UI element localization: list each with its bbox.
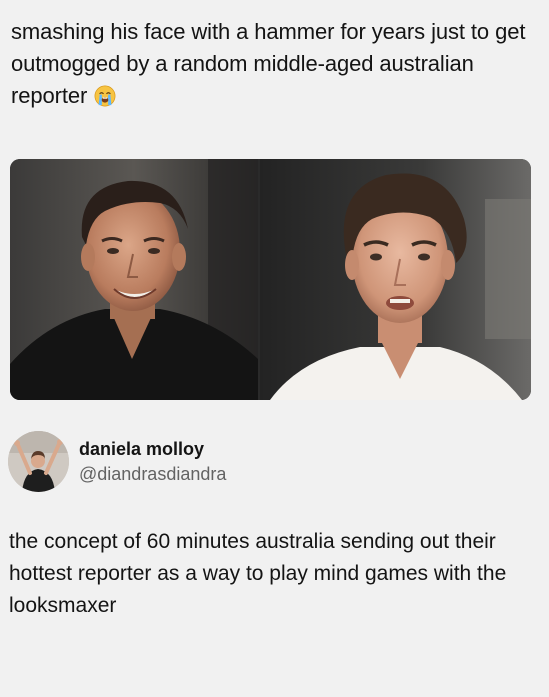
photo-young-man-icon xyxy=(260,159,531,400)
user-avatar-icon[interactable] xyxy=(8,431,69,492)
tweet-text: the concept of 60 minutes australia send… xyxy=(9,530,507,617)
meme-post: smashing his face with a hammer for year… xyxy=(0,0,549,697)
photo-collage xyxy=(10,159,531,400)
user-handle[interactable]: @diandrasdiandra xyxy=(79,464,226,485)
user-display-name[interactable]: daniela molloy xyxy=(79,439,204,460)
meme-caption: smashing his face with a hammer for year… xyxy=(11,16,539,112)
photo-smiling-man-icon xyxy=(10,159,258,400)
tweet-header: daniela molloy @diandrasdiandra xyxy=(8,431,538,495)
loudly-crying-face-icon xyxy=(94,84,116,107)
caption-text: smashing his face with a hammer for year… xyxy=(11,19,526,108)
